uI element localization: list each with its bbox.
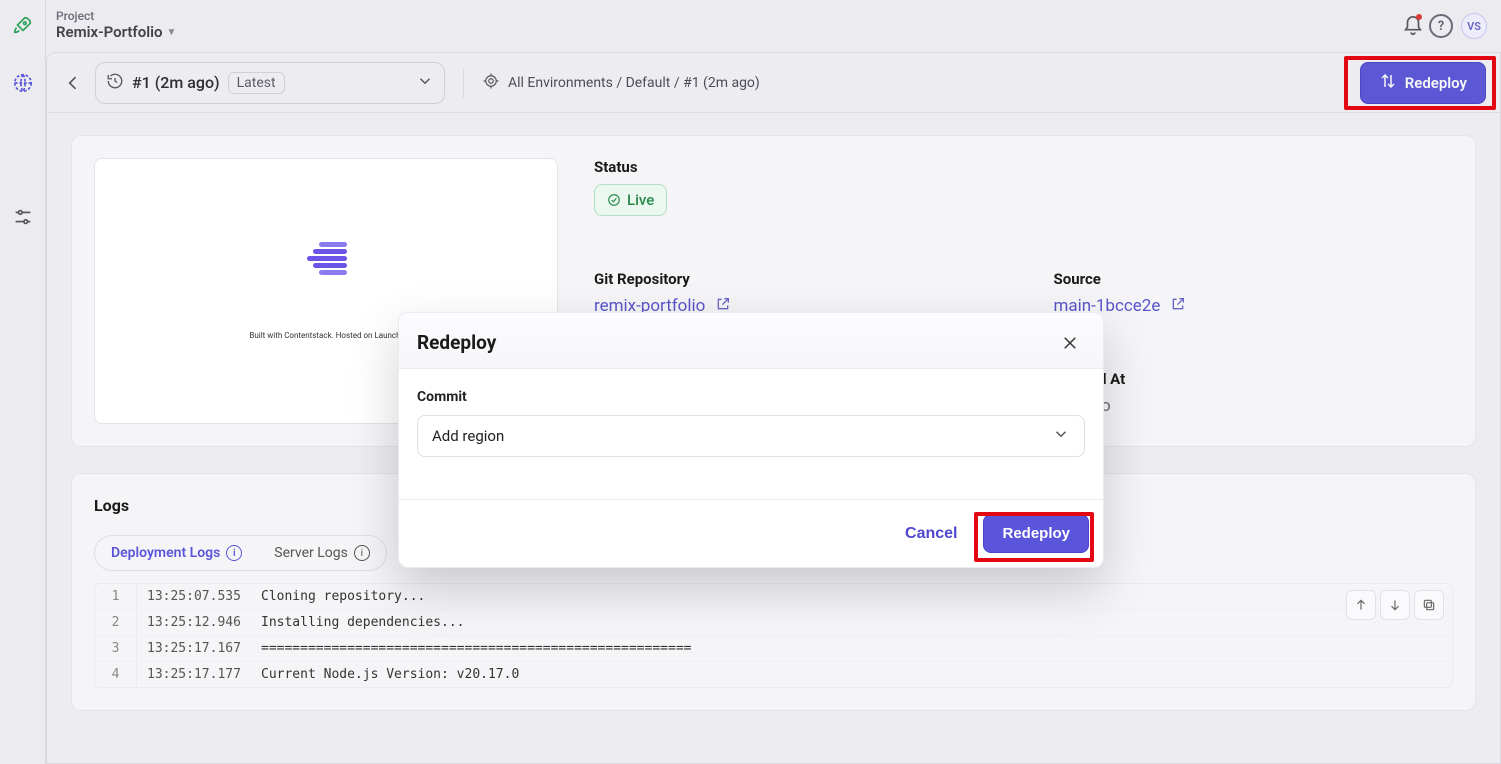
modal-title: Redeploy bbox=[417, 331, 496, 354]
cancel-button[interactable]: Cancel bbox=[895, 517, 967, 551]
modal-redeploy-button[interactable]: Redeploy bbox=[983, 514, 1089, 553]
commit-select[interactable]: Add region bbox=[417, 415, 1085, 457]
commit-label: Commit bbox=[417, 389, 1085, 405]
chevron-down-icon bbox=[1052, 425, 1070, 447]
commit-value: Add region bbox=[432, 427, 504, 445]
redeploy-modal: Redeploy Commit Add region Cancel Redepl… bbox=[398, 312, 1104, 568]
close-icon[interactable] bbox=[1059, 332, 1081, 354]
